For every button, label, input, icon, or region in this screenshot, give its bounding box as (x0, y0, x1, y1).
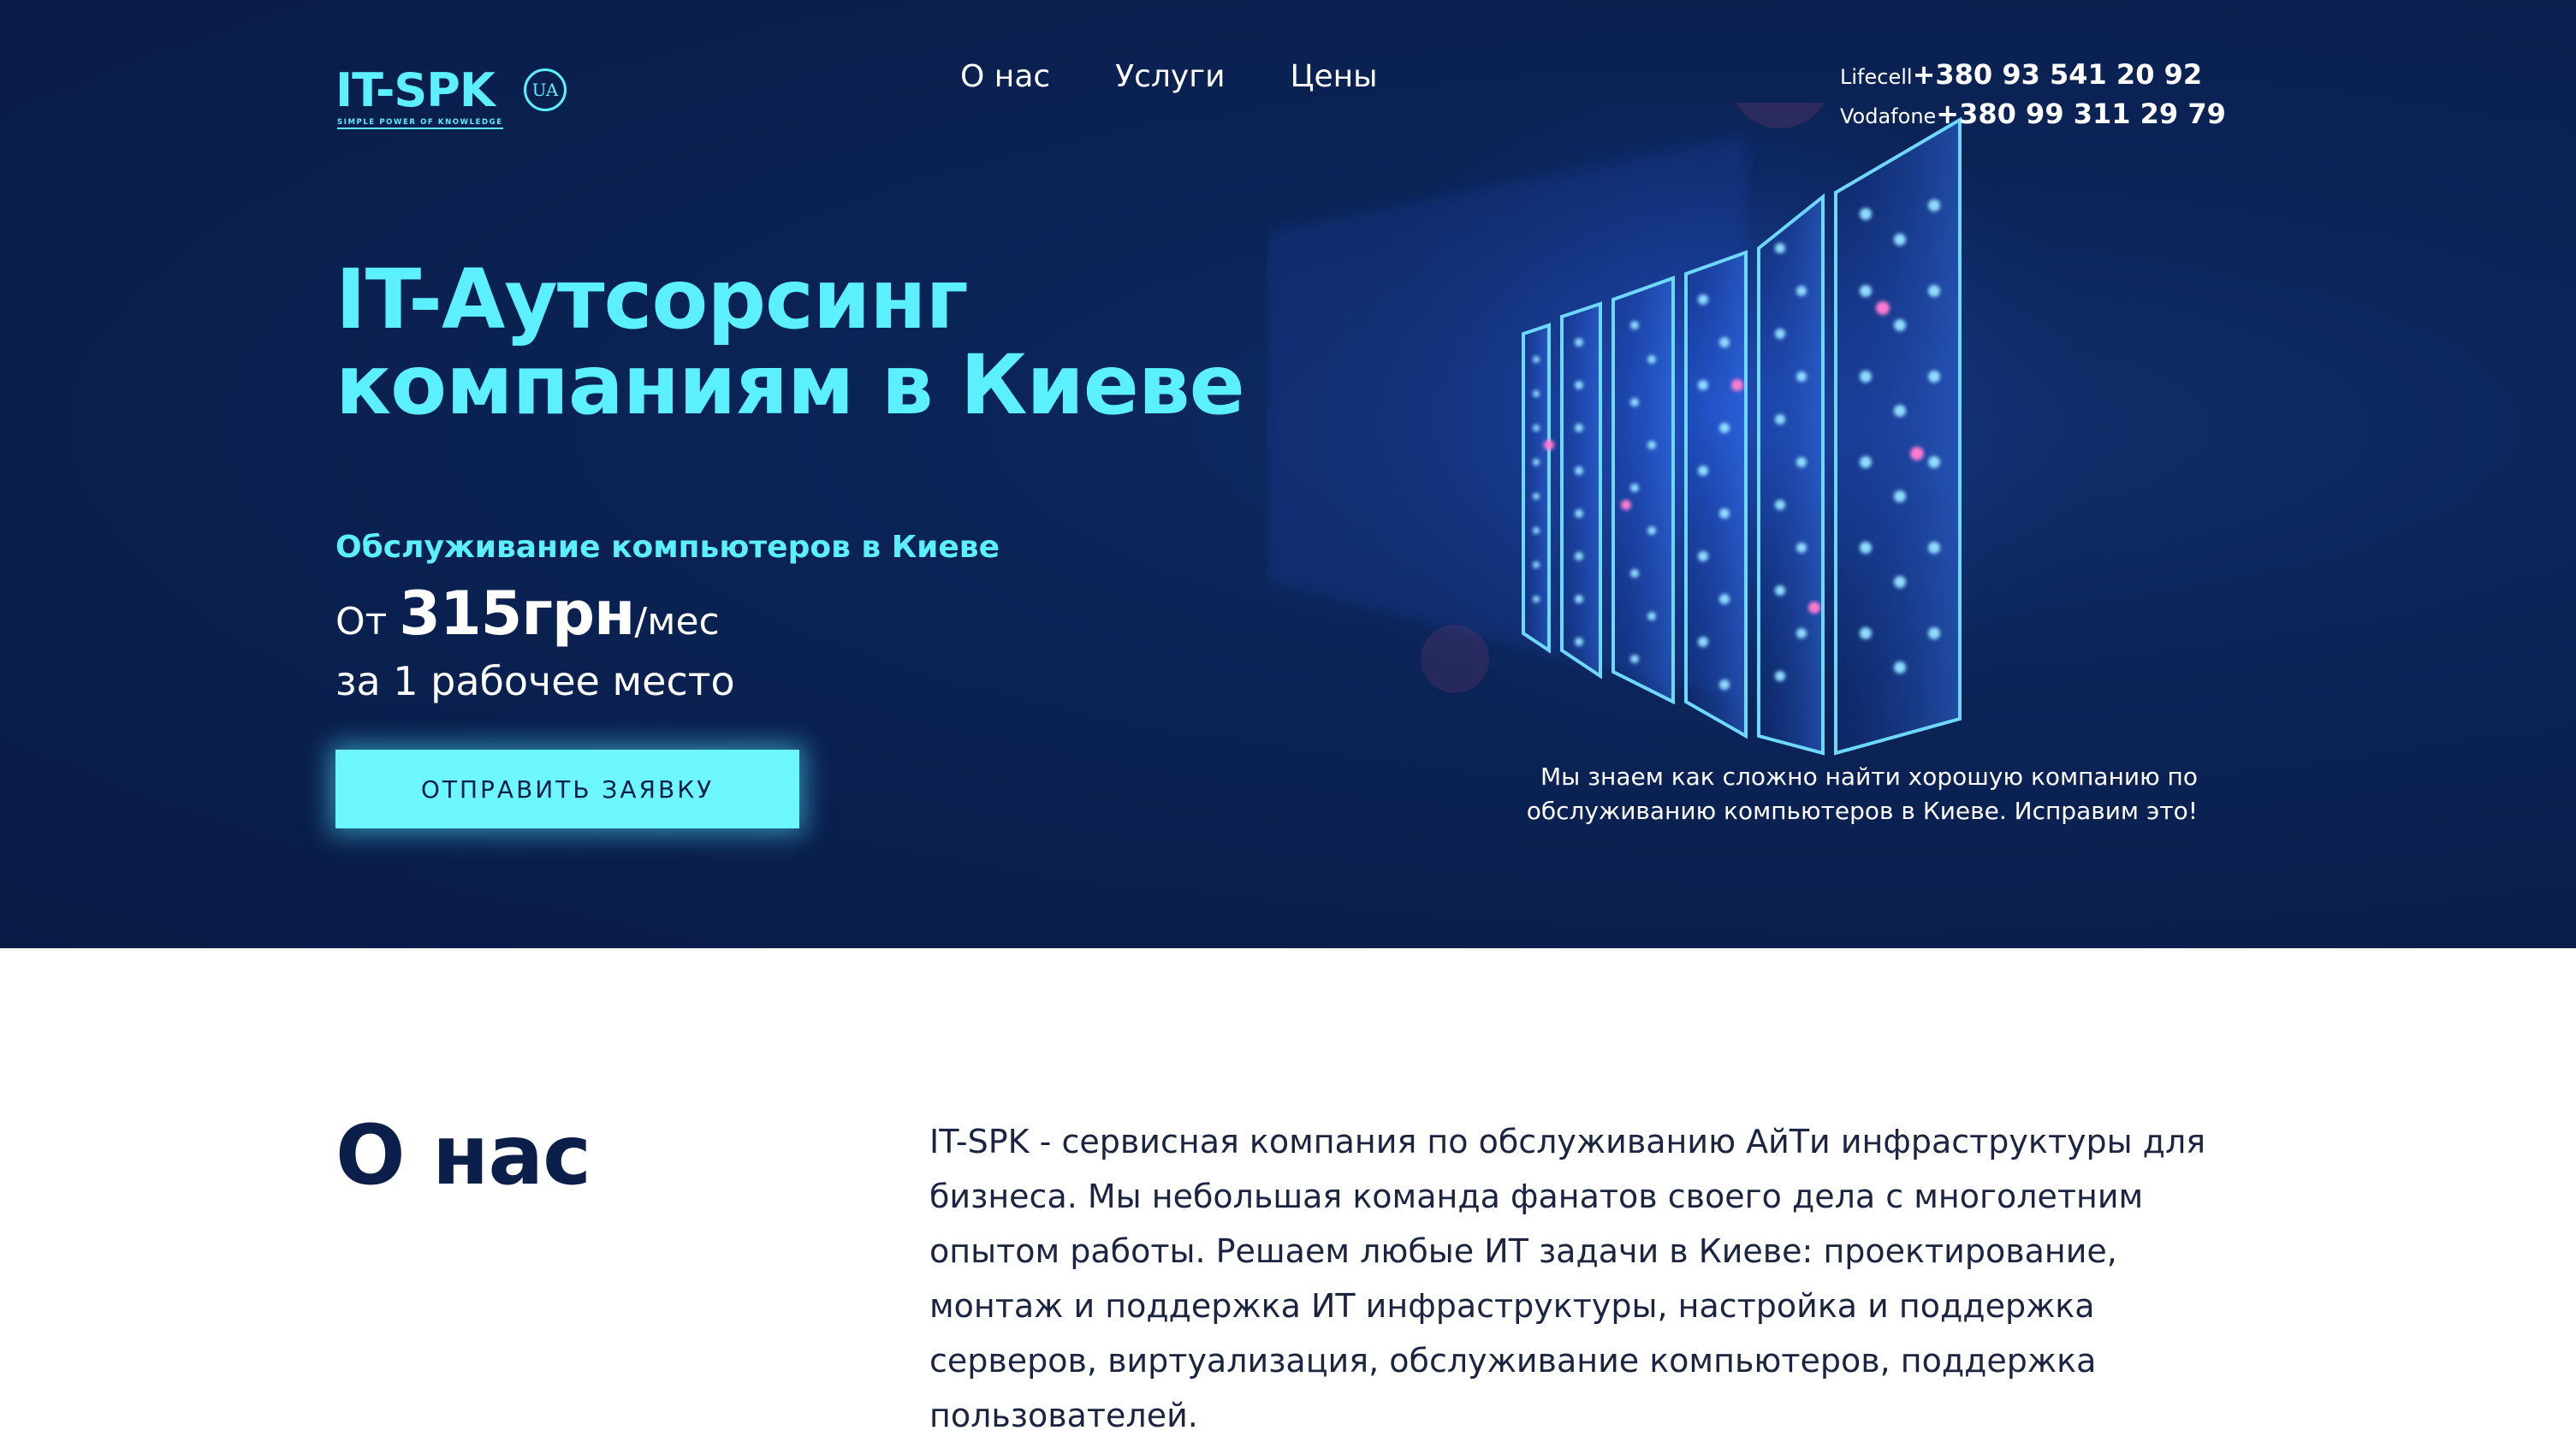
price-per-workplace: за 1 рабочее место (335, 658, 735, 704)
price-suffix: /мес (634, 600, 720, 644)
hero-headline: IT-Аутсорсинг компаниям в Киеве (335, 257, 1362, 428)
logo-tagline: SIMPLE POWER OF KNOWLEDGE (337, 118, 503, 129)
about-title: О нас (335, 1107, 591, 1203)
contact-phones: Lifecell +380 93 541 20 92 Vodafone +380… (1840, 58, 2226, 137)
phone-row-vodafone: Vodafone +380 99 311 29 79 (1840, 98, 2226, 137)
phone-link-vodafone[interactable]: +380 99 311 29 79 (1936, 98, 2226, 130)
submit-request-button[interactable]: ОТПРАВИТЬ ЗАЯВКУ (335, 750, 799, 828)
language-switch[interactable]: UA (524, 68, 567, 111)
hero-section: IT-SPK SIMPLE POWER OF KNOWLEDGE UA О на… (0, 0, 2576, 948)
hero-note-line-2: обслуживанию компьютеров в Киеве. Исправ… (1526, 797, 2198, 825)
hero-note-line-1: Мы знаем как сложно найти хорошую компан… (1540, 763, 2198, 791)
phone-operator: Lifecell (1840, 65, 1913, 89)
phone-row-lifecell: Lifecell +380 93 541 20 92 (1840, 58, 2202, 98)
server-rack-illustration (1267, 103, 2088, 804)
hero-note: Мы знаем как сложно найти хорошую компан… (1412, 760, 2198, 828)
phone-operator: Vodafone (1840, 104, 1937, 128)
hero-subtitle: Обслуживание компьютеров в Киеве (335, 530, 1000, 565)
price-value: 315грн (399, 579, 635, 649)
price-prefix: От (335, 600, 400, 644)
phone-link-lifecell[interactable]: +380 93 541 20 92 (1913, 58, 2203, 91)
headline-line-1: IT-Аутсорсинг (335, 252, 969, 347)
price-line: От 315грн/мес (335, 579, 720, 649)
nav-prices[interactable]: Цены (1291, 55, 1378, 99)
main-nav: О нас Услуги Цены (960, 55, 1378, 99)
nav-about[interactable]: О нас (960, 55, 1050, 99)
nav-services[interactable]: Услуги (1115, 55, 1225, 99)
logo-text: IT-SPK (335, 63, 496, 117)
about-text: IT-SPK - сервисная компания по обслужива… (929, 1123, 2206, 1434)
headline-line-2: компаниям в Киеве (335, 337, 1245, 433)
